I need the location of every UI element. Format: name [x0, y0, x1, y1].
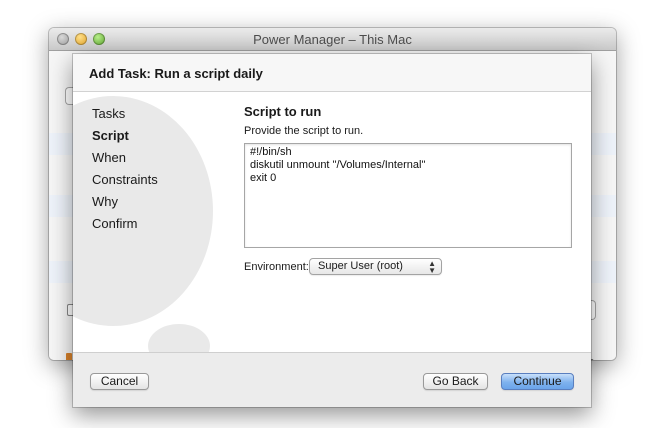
environment-label: Environment: — [244, 261, 309, 273]
sheet-header: Add Task: Run a script daily — [73, 54, 591, 92]
environment-select[interactable]: Super User (root) ▲ ▼ — [309, 258, 442, 275]
step-when: When — [92, 150, 126, 165]
add-task-sheet: Add Task: Run a script daily Tasks Scrip… — [73, 54, 591, 407]
wizard-steps: Tasks Script When Constraints Why Confir… — [92, 103, 158, 235]
cancel-button[interactable]: Cancel — [90, 373, 149, 390]
step-why: Why — [92, 194, 118, 209]
panel-title: Script to run — [244, 104, 322, 119]
up-down-arrows-icon: ▲ ▼ — [428, 259, 436, 275]
go-back-button[interactable]: Go Back — [423, 373, 488, 390]
environment-value: Super User (root) — [318, 260, 403, 272]
step-confirm: Confirm — [92, 216, 138, 231]
sheet-body: Tasks Script When Constraints Why Confir… — [73, 92, 591, 352]
step-tasks: Tasks — [92, 106, 126, 121]
watermark-icon — [148, 324, 210, 352]
sheet-title: Add Task: Run a script daily — [89, 66, 263, 81]
panel-description: Provide the script to run. — [244, 125, 364, 137]
continue-button[interactable]: Continue — [501, 373, 574, 390]
sheet-footer: Cancel Go Back Continue — [73, 352, 591, 407]
script-textarea[interactable]: #!/bin/sh diskutil unmount "/Volumes/Int… — [244, 143, 572, 248]
window-title: Power Manager – This Mac — [253, 32, 412, 47]
main-status-icon — [66, 353, 72, 360]
window-titlebar: Power Manager – This Mac — [49, 28, 616, 51]
step-constraints: Constraints — [92, 172, 158, 187]
step-script: Script — [92, 128, 129, 143]
